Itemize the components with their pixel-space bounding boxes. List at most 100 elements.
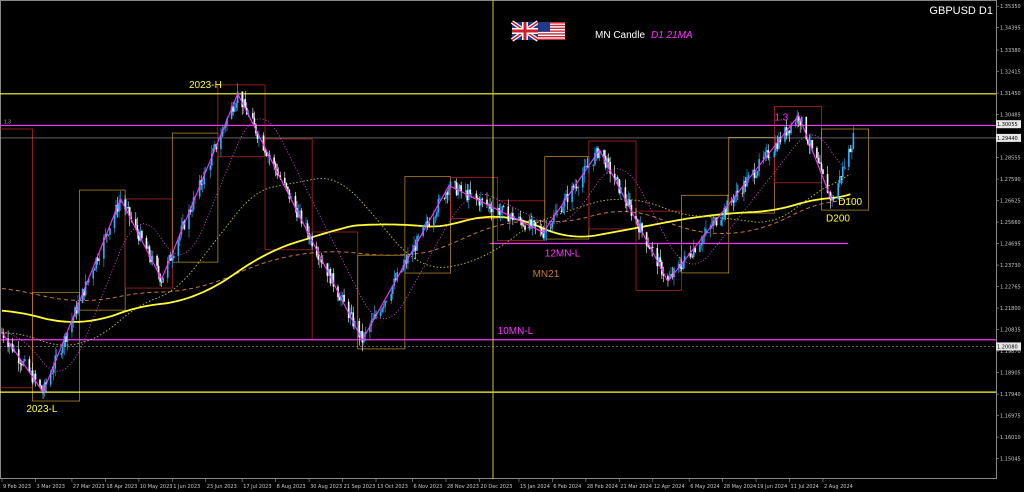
daily-candle-body <box>820 163 823 170</box>
daily-candle-body <box>477 198 479 199</box>
daily-candle-body <box>134 219 137 226</box>
daily-candle-body <box>458 185 461 190</box>
daily-candle-body <box>235 103 237 108</box>
daily-candle-body <box>524 225 526 230</box>
daily-candle-body <box>347 301 350 318</box>
daily-candle-body <box>384 301 386 307</box>
daily-candle-body <box>253 117 256 125</box>
daily-candle-body <box>109 228 111 235</box>
y-tick-label: 1.17940 <box>1000 392 1021 398</box>
daily-candle-body <box>522 225 525 226</box>
daily-candle-body <box>577 187 580 189</box>
daily-candle-body <box>816 147 818 158</box>
x-tick-label: 15 Jan 2024 <box>520 484 550 490</box>
price-box-label: 1.20080 <box>997 344 1018 350</box>
daily-candle-body <box>741 192 744 194</box>
daily-candle-body <box>93 268 96 271</box>
x-tick-label: 28 Nov 2023 <box>447 484 479 490</box>
daily-candle-body <box>127 206 129 208</box>
daily-candle-body <box>575 186 578 189</box>
daily-candle-body <box>162 277 164 283</box>
daily-candle-body <box>264 150 266 153</box>
daily-candle-body <box>177 240 180 256</box>
daily-candle-body <box>571 185 573 203</box>
y-tick-label: 1.22765 <box>1000 285 1021 291</box>
daily-candle-body <box>52 368 55 373</box>
header-caption-ma: D1 21MA <box>651 30 693 41</box>
daily-candle-body <box>439 198 441 200</box>
daily-candle-body <box>603 149 605 157</box>
daily-candle-body <box>755 175 757 178</box>
daily-candle-body <box>428 223 431 227</box>
daily-candle-body <box>283 177 286 184</box>
daily-candle-body <box>551 222 554 228</box>
x-tick-label: 11 Jul 2024 <box>791 484 819 490</box>
daily-candle-body <box>534 222 537 227</box>
y-tick-label: 1.18905 <box>1000 371 1021 377</box>
x-tick-label: 21 Mar 2024 <box>620 484 652 490</box>
daily-candle-body <box>220 136 222 150</box>
daily-candle-body <box>817 157 820 163</box>
daily-candle-body <box>498 208 500 215</box>
daily-candle-body <box>615 177 618 181</box>
daily-candle-body <box>464 190 467 192</box>
label-1-3-left: 1.3 <box>4 119 11 125</box>
x-tick-label: 19 Jun 2024 <box>757 484 787 490</box>
daily-candle-body <box>496 208 499 209</box>
daily-candle-body <box>680 267 683 269</box>
daily-candle-body <box>141 231 143 239</box>
daily-candle-body <box>852 133 855 149</box>
daily-candle-body <box>443 198 446 199</box>
x-tick-label: 27 Mar 2023 <box>73 484 105 490</box>
x-tick-label: 18 Apr 2023 <box>106 484 137 490</box>
daily-candle-body <box>616 177 619 180</box>
daily-candle-body <box>92 270 95 279</box>
daily-candle-body <box>659 257 662 263</box>
x-tick-label: 12 Apr 2024 <box>654 484 685 490</box>
x-tick-label: 28 Feb 2024 <box>587 484 618 490</box>
daily-candle-body <box>550 227 552 229</box>
price-chart[interactable]: 2023-H 2023-L 1.3 1.3 12MN-L 10MN-L MN21 D100 D2… <box>0 0 1024 492</box>
y-tick-label: 1.32415 <box>1000 70 1021 76</box>
daily-candle-body <box>343 294 345 302</box>
daily-candle-body <box>432 217 435 227</box>
daily-candle-body <box>469 189 472 194</box>
uk-flag-icon <box>510 20 540 42</box>
daily-candle-body <box>699 244 701 252</box>
daily-candle-body <box>475 193 478 199</box>
daily-candle-body <box>19 362 22 365</box>
daily-candle-body <box>764 152 767 157</box>
daily-candle-body <box>794 122 797 125</box>
daily-candle-body <box>700 243 703 245</box>
daily-candle-body <box>173 255 175 259</box>
daily-candle-body <box>381 308 383 313</box>
x-tick-label: 3 Mar 2023 <box>36 484 65 490</box>
daily-candle-body <box>285 183 288 187</box>
daily-candle-body <box>209 165 212 171</box>
y-tick-label: 1.30485 <box>1000 113 1021 119</box>
daily-candle-body <box>201 184 204 185</box>
daily-candle-body <box>773 151 776 158</box>
x-tick-label: 23 Jun 2023 <box>207 484 237 490</box>
daily-candle-body <box>107 234 110 236</box>
y-tick-label: 1.16975 <box>1000 414 1021 420</box>
daily-candle-body <box>849 148 852 153</box>
y-tick-label: 1.25660 <box>1000 220 1021 226</box>
daily-candle-body <box>317 255 320 260</box>
daily-candle-body <box>30 370 32 372</box>
y-tick-label: 1.24695 <box>1000 242 1021 248</box>
x-tick-label: 10 May 2023 <box>140 484 173 490</box>
y-tick-label: 1.33380 <box>1000 48 1021 54</box>
daily-candle-body <box>51 372 53 374</box>
price-box-label: 1.30055 <box>997 122 1018 128</box>
daily-candle-body <box>531 220 534 227</box>
daily-candle-body <box>542 233 545 238</box>
daily-candle-body <box>39 379 41 386</box>
daily-candle-body <box>507 206 510 222</box>
daily-candle-body <box>481 198 484 200</box>
daily-candle-body <box>743 180 745 194</box>
daily-candle-body <box>350 312 353 314</box>
daily-candle-body <box>787 130 789 136</box>
daily-candle-body <box>28 359 31 372</box>
daily-candle-body <box>160 281 163 283</box>
